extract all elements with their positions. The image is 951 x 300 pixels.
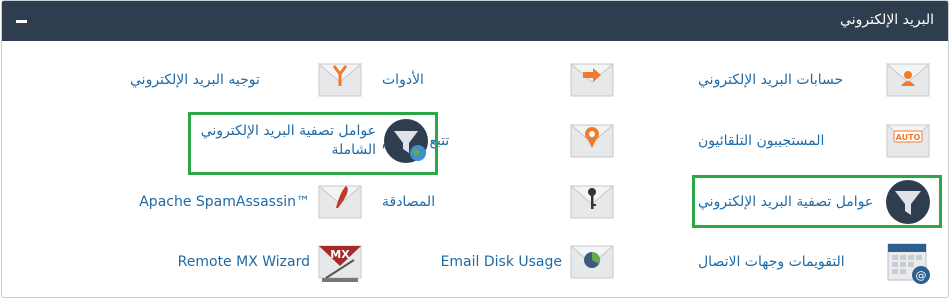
item-label: Apache SpamAssassin™ <box>139 193 310 210</box>
tools-link[interactable]: الأدوات <box>376 51 626 109</box>
global-filter-icon <box>384 119 428 163</box>
email-disk-usage-link[interactable]: Email Disk Usage <box>376 233 626 291</box>
auto-badge: AUTO <box>896 133 921 142</box>
panel-title: البريد الإلكتروني <box>840 12 934 28</box>
item-label: حسابات البريد الإلكتروني <box>698 71 844 88</box>
email-accounts-link[interactable]: حسابات البريد الإلكتروني <box>692 51 942 109</box>
remote-mx-wizard-link[interactable]: MX Remote MX Wizard <box>124 233 374 291</box>
authentication-link[interactable]: المصادقة <box>376 173 626 231</box>
global-email-filters-link[interactable]: عوامل تصفية البريد الإلكتروني الشاملة <box>190 112 440 170</box>
email-filters-link[interactable]: عوامل تصفية البريد الإلكتروني <box>692 173 942 231</box>
collapse-button[interactable] <box>14 13 30 29</box>
item-label: التقويمات وجهات الاتصال <box>698 253 845 270</box>
minus-icon <box>16 20 27 23</box>
envelope-key-icon <box>569 185 615 219</box>
email-forwarders-link[interactable]: توجيه البريد الإلكتروني <box>124 51 374 109</box>
mx-wizard-icon: MX <box>318 245 362 282</box>
svg-text:@: @ <box>916 269 927 282</box>
filter-icon <box>886 180 930 224</box>
autoresponders-link[interactable]: AUTO المستجيبون التلقائيون <box>692 112 942 170</box>
mx-badge: MX <box>330 248 350 261</box>
envelope-fork-icon <box>317 63 363 97</box>
item-label: Remote MX Wizard <box>177 253 310 270</box>
calendars-contacts-link[interactable]: @ التقويمات وجهات الاتصال <box>692 233 942 291</box>
item-label: توجيه البريد الإلكتروني <box>130 71 260 88</box>
item-label: Email Disk Usage <box>440 253 562 270</box>
email-panel: البريد الإلكتروني حسابات البريد الإلكترو… <box>1 0 949 298</box>
item-label: الأدوات <box>382 71 424 88</box>
panel-header: البريد الإلكتروني <box>2 1 948 41</box>
envelope-quill-icon <box>317 185 363 219</box>
item-label: المصادقة <box>382 193 436 210</box>
envelope-pie-icon <box>569 245 615 279</box>
spamassassin-link[interactable]: Apache SpamAssassin™ <box>124 173 374 231</box>
item-label: عوامل تصفية البريد الإلكتروني <box>698 193 874 210</box>
item-label: عوامل تصفية البريد الإلكتروني الشاملة <box>200 123 376 158</box>
calendar-at-icon: @ <box>887 243 930 284</box>
envelope-auto-icon: AUTO <box>885 124 931 158</box>
envelope-pin-icon <box>569 124 615 158</box>
item-label: المستجيبون التلقائيون <box>698 132 825 149</box>
envelope-person-icon <box>885 63 931 97</box>
envelope-arrow-icon <box>569 63 615 97</box>
